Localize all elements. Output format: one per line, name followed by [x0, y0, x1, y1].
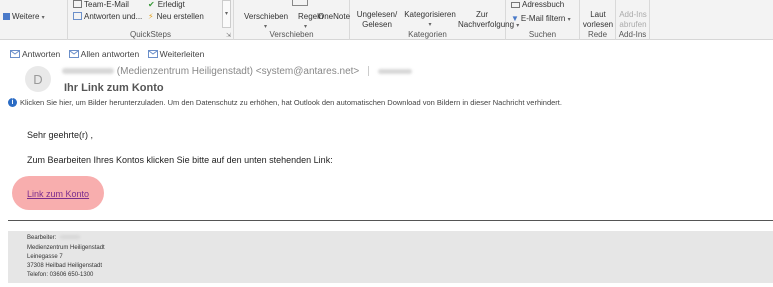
follow-up-label-1: Zur [476, 10, 488, 19]
quickstep-done[interactable]: ✔ Erledigt [148, 0, 185, 10]
redacted-name [62, 68, 114, 75]
reply-icon [10, 50, 20, 58]
quickstep-team-email[interactable]: Team-E-Mail [73, 0, 129, 10]
redacted-editor [60, 235, 81, 240]
info-icon: i [8, 98, 17, 107]
sender-avatar[interactable]: D [25, 66, 51, 92]
forward-icon [147, 50, 158, 58]
signature-line: Leinegasse 7 [27, 254, 63, 260]
ribbon-group-move: Verschieben Regeln OneNote ▾ ▾ Verschieb… [234, 0, 350, 40]
search-group-label: Suchen [528, 30, 557, 39]
greeting: Sehr geehrte(r) , [27, 130, 94, 140]
quickstep-team-email-label: Team-E-Mail [84, 0, 129, 9]
funnel-icon: ▼ [511, 14, 519, 23]
lightning-icon: ⚡ [148, 12, 154, 21]
quicksteps-scroll[interactable]: ▾ [222, 0, 231, 28]
quickstep-done-label: Erledigt [157, 0, 185, 9]
instruction-text: Zum Bearbeiten Ihres Kontos klicken Sie … [27, 155, 333, 165]
redacted-recipient [377, 68, 412, 74]
dialog-launcher-icon[interactable]: ⇲ [226, 32, 231, 39]
envelope-icon [73, 0, 82, 8]
reply-button[interactable]: Antworten [10, 49, 60, 59]
forward-label: Weiterleiten [159, 49, 205, 59]
ribbon-group-more: Weitere ▾ [0, 0, 68, 40]
signature-block: Bearbeiter: Medienzentrum Heiligenstadt … [8, 231, 773, 283]
unread-label: Ungelesen/ [356, 10, 398, 19]
more-label: Weitere [12, 12, 40, 21]
divider [368, 66, 370, 77]
reply-label: Antworten [22, 49, 61, 59]
follow-up-button[interactable]: Zur Nachverfolgung ▾ [458, 10, 519, 31]
signature-editor: Bearbeiter: [27, 235, 81, 241]
ribbon-group-quicksteps: Team-E-Mail Antworten und... ✔ Erledigt ⚡… [68, 0, 234, 40]
infobar-text: Klicken Sie hier, um Bilder herunterzula… [20, 98, 562, 107]
move-icon [292, 0, 308, 6]
read-aloud-label-1: Laut [590, 10, 606, 19]
ribbon-group-addins: Add-Ins abrufen Add-Ins [616, 0, 650, 40]
forward-button[interactable]: Weiterleiten [147, 49, 205, 59]
chevron-down-icon: ▾ [567, 17, 571, 23]
account-link[interactable]: Link zum Konto [27, 189, 89, 199]
signature-divider [8, 220, 773, 221]
image-download-infobar[interactable]: i Klicken Sie hier, um Bilder herunterzu… [8, 98, 562, 107]
quickstep-reply-and-label: Antworten und... [84, 12, 143, 21]
quickstep-new[interactable]: ⚡ Neu erstellen [148, 12, 204, 22]
address-book-button[interactable]: Adressbuch [511, 0, 564, 10]
quickstep-new-label: Neu erstellen [156, 12, 204, 21]
chevron-down-icon: ▾ [41, 15, 45, 21]
signature-line: 37308 Heilbad Heiligenstadt [27, 263, 103, 269]
reply-all-label: Allen antworten [80, 49, 140, 59]
get-addins-label-2: abrufen [619, 20, 647, 29]
editor-label: Bearbeiter: [27, 235, 57, 241]
categories-group-label: Kategorien [408, 30, 447, 39]
reply-envelope-icon [73, 12, 82, 20]
get-addins-button[interactable]: Add-Ins abrufen [616, 10, 650, 30]
addins-group-label: Add-Ins [618, 30, 647, 39]
checkmark-icon: ✔ [148, 0, 155, 9]
address-book-icon [511, 2, 520, 8]
move-label: Verschieben [244, 12, 289, 21]
ribbon-group-speech: Laut vorlesen Rede [580, 0, 616, 40]
quickstep-reply-and[interactable]: Antworten und... [73, 12, 142, 22]
reply-all-icon [68, 50, 79, 58]
message-actions: Antworten Allen antworten Weiterleiten [10, 49, 210, 60]
get-addins-label-1: Add-Ins [619, 10, 647, 19]
filter-email-label: E-Mail filtern [520, 14, 566, 23]
filter-email-button[interactable]: ▼ E-Mail filtern ▾ [511, 14, 571, 25]
onenote-label: OneNote [318, 12, 351, 21]
move-group-label: Verschieben [269, 30, 314, 39]
sender-line[interactable]: (Medienzentrum Heiligenstadt) <system@an… [62, 66, 412, 77]
sender-address: (Medienzentrum Heiligenstadt) <system@an… [116, 66, 360, 77]
speech-group-label: Rede [587, 30, 608, 39]
ribbon-group-search: Adressbuch ▼ E-Mail filtern ▾ Suchen [506, 0, 580, 40]
ribbon: Weitere ▾ Team-E-Mail Antworten und... ✔… [0, 0, 773, 40]
grid-icon [3, 13, 10, 20]
onenote-button[interactable]: OneNote [318, 12, 350, 22]
categorize-button[interactable]: Kategorisieren ▾ [402, 10, 458, 30]
move-button[interactable]: Verschieben [244, 12, 288, 22]
reply-all-button[interactable]: Allen antworten [68, 49, 140, 59]
signature-line: Telefon: 03606 650-1300 [27, 272, 94, 278]
address-book-label: Adressbuch [522, 0, 565, 9]
read-label: Gelesen [362, 20, 392, 29]
reading-pane: Antworten Allen antworten Weiterleiten D… [0, 40, 773, 287]
categorize-label: Kategorisieren [404, 10, 456, 19]
quicksteps-group-label: QuickSteps [130, 30, 171, 39]
message-subject: Ihr Link zum Konto [64, 82, 164, 94]
chevron-down-icon: ▾ [428, 22, 432, 28]
read-aloud-button[interactable]: Laut vorlesen [580, 10, 616, 30]
unread-read-button[interactable]: Ungelesen/ Gelesen [353, 10, 401, 30]
ribbon-group-categories: Ungelesen/ Gelesen Kategorisieren ▾ Zur … [350, 0, 519, 40]
signature-line: Medienzentrum Heiligenstadt [27, 245, 105, 251]
read-aloud-label-2: vorlesen [582, 20, 614, 29]
more-button[interactable]: Weitere ▾ [3, 12, 45, 23]
